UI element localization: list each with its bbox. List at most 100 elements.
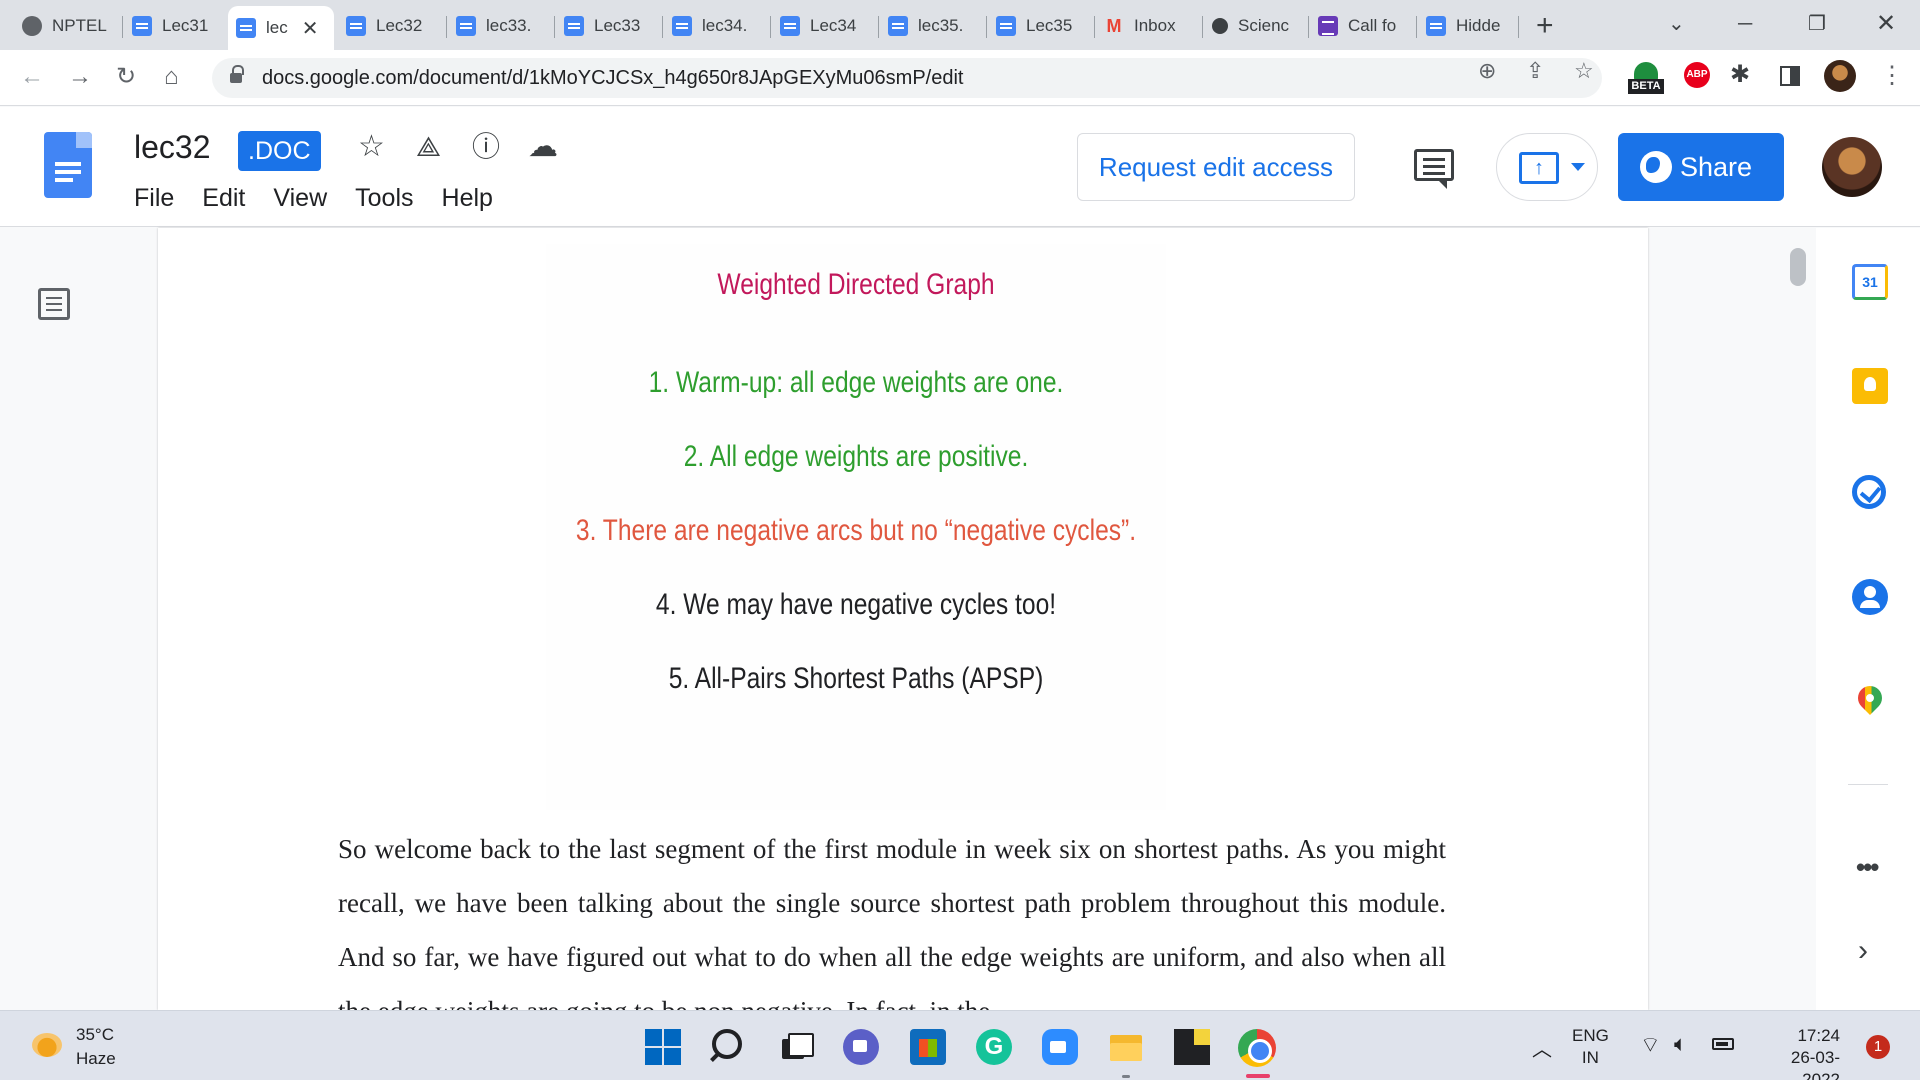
tray-overflow-chevron-icon[interactable]: ︿ (1532, 1033, 1552, 1062)
slide-item-4: 4. We may have negative cycles too! (655, 588, 1057, 621)
present-arrow-icon: ↑ (1519, 152, 1559, 184)
tab-hidden[interactable]: Hidde (1418, 6, 1518, 46)
menu-edit[interactable]: Edit (202, 183, 245, 213)
home-icon[interactable]: ⌂ (164, 60, 179, 94)
tab-label: Scienc (1238, 16, 1290, 35)
minimize-icon[interactable]: ─ (1738, 8, 1752, 40)
profile-avatar[interactable] (1824, 60, 1856, 92)
tab-lec31[interactable]: Lec31 (124, 6, 228, 46)
tab-search-chevron-icon[interactable]: ⌄ (1668, 8, 1685, 40)
request-edit-access-button[interactable]: Request edit access (1077, 133, 1355, 201)
document-outline-icon[interactable] (38, 288, 70, 320)
share-page-icon[interactable]: ⇪ (1526, 60, 1544, 82)
microsoft-store-icon[interactable] (910, 1029, 946, 1065)
wifi-icon[interactable]: ⌔ (1640, 1031, 1661, 1059)
window-close-icon[interactable]: ✕ (1876, 8, 1896, 40)
running-indicator (1122, 1075, 1130, 1078)
share-button[interactable]: Share (1618, 133, 1784, 201)
tab-call-for[interactable]: Call fo (1310, 6, 1414, 46)
tab-label: Inbox (1134, 16, 1176, 35)
tab-lec34[interactable]: Lec34 (772, 6, 876, 46)
document-title[interactable]: lec32 (134, 127, 211, 167)
tab-lec35-doc[interactable]: lec35. (880, 6, 984, 46)
tab-lec32-active[interactable]: lec ✕ (228, 6, 334, 50)
tab-lec35[interactable]: Lec35 (988, 6, 1092, 46)
tab-science[interactable]: Scienc (1204, 6, 1306, 46)
more-addons-icon[interactable]: ••• (1856, 852, 1879, 883)
tab-lec33-doc[interactable]: lec33. (448, 6, 552, 46)
tab-lec33[interactable]: Lec33 (556, 6, 660, 46)
back-arrow-icon[interactable]: ← (20, 60, 44, 94)
tab-lec32[interactable]: Lec32 (338, 6, 440, 46)
clock[interactable]: 17:24 26-03-2022 (1756, 1025, 1840, 1080)
address-bar[interactable]: docs.google.com/document/d/1kMoYCJCSx_h4… (212, 58, 1602, 98)
comment-history-icon[interactable] (1414, 149, 1454, 189)
new-tab-button[interactable]: + (1536, 8, 1554, 44)
comment-line (1423, 158, 1445, 161)
present-button[interactable]: ↑ (1496, 133, 1598, 201)
notification-badge[interactable]: 1 (1866, 1035, 1890, 1059)
teams-chat-icon[interactable] (843, 1029, 879, 1065)
adblock-plus-icon[interactable]: ABP (1684, 62, 1710, 88)
input-language[interactable]: ENG IN (1572, 1025, 1609, 1069)
zoom-icon[interactable]: ⊕ (1478, 60, 1496, 82)
docs-menu-bar: File Edit View Tools Help (134, 183, 521, 213)
bookmark-star-icon[interactable]: ☆ (1574, 60, 1594, 82)
lock-icon[interactable] (230, 65, 244, 83)
windows-start-icon[interactable] (645, 1029, 681, 1065)
tab-nptel[interactable]: NPTEL (14, 6, 120, 46)
chevron-right-icon[interactable]: › (1858, 934, 1868, 968)
forward-arrow-icon[interactable]: → (68, 60, 92, 94)
weather-temperature[interactable]: 35°C (76, 1025, 114, 1045)
document-body-text[interactable]: So welcome back to the last segment of t… (338, 822, 1446, 1010)
keep-icon[interactable] (1852, 368, 1888, 404)
info-icon[interactable]: ⓘ (472, 129, 500, 165)
tab-lec34-doc[interactable]: lec34. (664, 6, 768, 46)
menu-file[interactable]: File (134, 183, 174, 213)
battery-icon[interactable] (1712, 1038, 1734, 1050)
calendar-icon[interactable]: 31 (1852, 264, 1888, 300)
search-icon[interactable] (712, 1029, 742, 1059)
zoom-app-icon[interactable] (1042, 1029, 1078, 1065)
tab-label: Lec33 (594, 16, 641, 35)
star-icon[interactable]: ☆ (358, 129, 385, 165)
side-panel-icon[interactable] (1780, 66, 1800, 86)
weather-description[interactable]: Haze (76, 1049, 116, 1069)
move-to-drive-icon[interactable]: ⟁ (416, 129, 441, 165)
tab-separator (1094, 16, 1095, 38)
browser-menu-icon[interactable]: ⋮ (1880, 60, 1904, 92)
contacts-icon[interactable] (1852, 579, 1888, 615)
restore-icon[interactable]: ❐ (1808, 8, 1826, 40)
maps-icon[interactable] (1853, 681, 1887, 715)
chrome-icon[interactable] (1238, 1029, 1276, 1067)
volume-icon[interactable]: 🔈︎ (1674, 1031, 1687, 1057)
docs-icon (888, 16, 908, 36)
sticky-notes-icon[interactable] (1174, 1029, 1210, 1065)
forms-icon (1318, 16, 1338, 36)
file-explorer-icon[interactable] (1108, 1029, 1144, 1065)
menu-help[interactable]: Help (442, 183, 493, 213)
tasks-icon[interactable] (1852, 475, 1886, 509)
beta-extension-icon[interactable]: BETA (1628, 62, 1664, 96)
weather-haze-icon[interactable] (32, 1033, 62, 1057)
grammarly-icon[interactable]: G (976, 1029, 1012, 1065)
document-scrollbar[interactable] (1790, 248, 1806, 286)
close-icon[interactable]: ✕ (302, 16, 319, 41)
account-avatar[interactable] (1822, 137, 1882, 197)
browser-tab-strip: NPTEL Lec31 lec ✕ Lec32 lec33. Lec33 lec… (0, 0, 1920, 50)
menu-view[interactable]: View (273, 183, 327, 213)
reload-icon[interactable]: ↻ (116, 60, 136, 94)
tab-label: Call fo (1348, 16, 1397, 35)
extensions-puzzle-icon[interactable]: ✱ (1730, 60, 1750, 89)
tab-gmail-inbox[interactable]: M Inbox (1096, 6, 1200, 46)
slide-image: Weighted Directed Graph 1. Warm-up: all … (546, 244, 1166, 810)
task-view-icon[interactable] (778, 1029, 814, 1065)
url-text[interactable]: docs.google.com/document/d/1kMoYCJCSx_h4… (262, 58, 963, 98)
language-code: ENG (1572, 1026, 1609, 1045)
docs-logo-icon[interactable] (44, 132, 92, 198)
docs-icon (236, 18, 256, 38)
menu-tools[interactable]: Tools (355, 183, 413, 213)
tab-label: Lec34 (810, 16, 857, 35)
chevron-down-icon (1571, 163, 1585, 171)
cloud-status-icon[interactable]: ☁ (528, 129, 558, 165)
